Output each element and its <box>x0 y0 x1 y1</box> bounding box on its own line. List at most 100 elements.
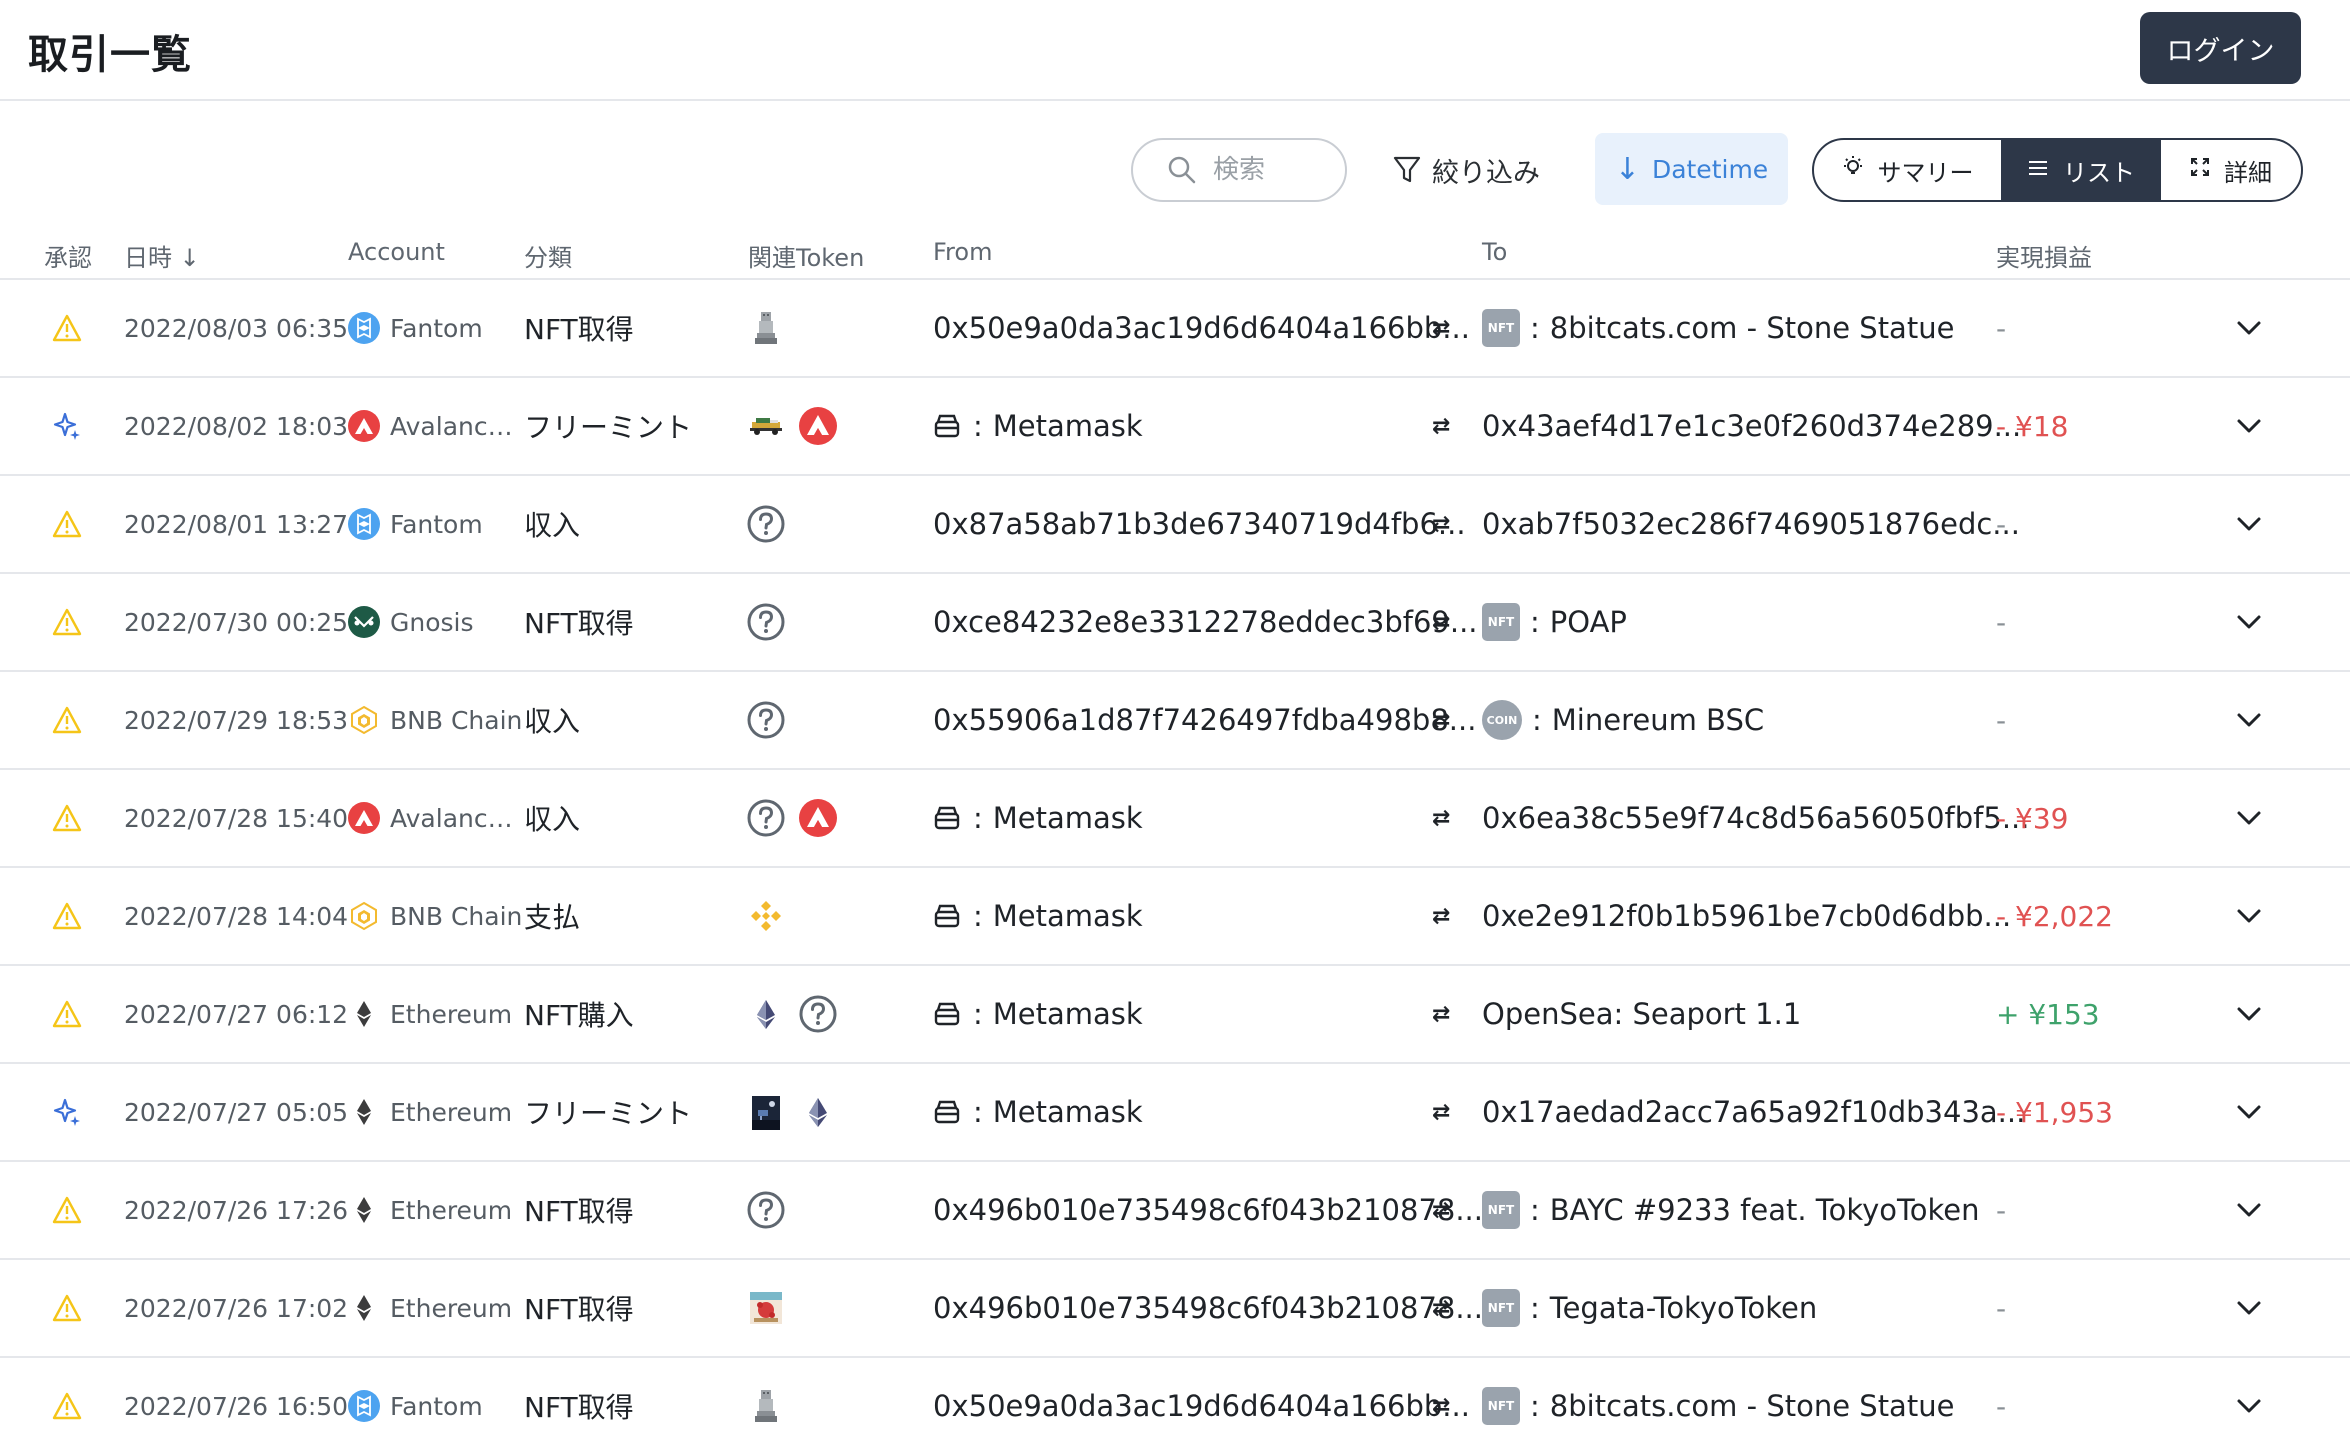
nft-icon: NFT <box>1482 309 1520 347</box>
from-cell[interactable]: 0x50e9a0da3ac19d6d6404a166bb... <box>933 1358 1470 1448</box>
to-cell[interactable]: NFT: POAP <box>1482 574 1627 670</box>
date-cell: 2022/08/02 18:03 <box>124 411 349 441</box>
table-row[interactable]: 2022/07/28 15:40 Avalanche... 収入 : Metama… <box>0 770 2350 868</box>
expand-row-button[interactable] <box>2236 868 2262 964</box>
col-date[interactable]: 日時 ↓ <box>124 238 200 273</box>
to-cell[interactable]: 0x6ea38c55e9f74c8d56a56050fbf5... <box>1482 770 2030 866</box>
view-detail-button[interactable]: 詳細 <box>2161 140 2301 200</box>
from-cell[interactable]: : Metamask <box>933 966 1143 1062</box>
colon-separator: : <box>973 899 983 933</box>
to-cell[interactable]: NFT:8bitcats.com - Stone Statue <box>1482 1358 1954 1448</box>
sort-button[interactable]: ↓ Datetime <box>1595 133 1788 205</box>
warning-icon[interactable] <box>52 672 82 768</box>
warning-icon[interactable] <box>52 966 82 1062</box>
expand-row-button[interactable] <box>2236 966 2262 1062</box>
from-cell[interactable]: 0x50e9a0da3ac19d6d6404a166bb... <box>933 280 1470 376</box>
to-address: 0x43aef4d17e1c3e0f260d374e289... <box>1482 409 2022 443</box>
table-row[interactable]: 2022/07/26 16:50 Fantom NFT取得 0x50e9a0da… <box>0 1358 2350 1448</box>
transfer-arrows-icon: ⇄ <box>1432 511 1451 537</box>
from-cell[interactable]: : Metamask <box>933 868 1143 964</box>
from-cell[interactable]: 0x55906a1d87f7426497fdba498b8... <box>933 672 1476 768</box>
to-cell[interactable]: NFT: BAYC #9233 feat. TokyoToken <box>1482 1162 1980 1258</box>
expand-row-button[interactable] <box>2236 476 2262 572</box>
view-list-button[interactable]: リスト <box>2001 140 2161 200</box>
table-row[interactable]: 2022/07/29 18:53 BNB Chain 収入 0x55906a1d… <box>0 672 2350 770</box>
to-cell[interactable]: 0xab7f5032ec286f7469051876edc... <box>1482 476 2020 572</box>
account-name: BNB Chain <box>390 901 523 931</box>
from-cell[interactable]: 0x496b010e735498c6f043b210878... <box>933 1260 1483 1356</box>
expand-row-button[interactable] <box>2236 1358 2262 1448</box>
login-button[interactable]: ログイン <box>2140 12 2301 84</box>
from-cell[interactable]: : Metamask <box>933 770 1143 866</box>
to-cell[interactable]: NFT:8bitcats.com - Stone Statue <box>1482 280 1954 376</box>
table-row[interactable]: 2022/08/02 18:03 Avalanche... フリーミント : Me… <box>0 378 2350 476</box>
from-cell[interactable]: 0xce84232e8e3312278eddec3bf69... <box>933 574 1478 670</box>
page-title: 取引一覧 <box>28 32 192 78</box>
table-row[interactable]: 2022/07/26 17:02 Ethereum NFT取得 0x496b01… <box>0 1260 2350 1358</box>
warning-icon[interactable] <box>52 280 82 376</box>
account-cell: Avalanche... <box>348 378 524 474</box>
from-cell[interactable]: : Metamask <box>933 1064 1143 1160</box>
transfer-arrows-icon: ⇄ <box>1432 1197 1451 1223</box>
expand-row-button[interactable] <box>2236 672 2262 768</box>
from-cell[interactable]: 0x496b010e735498c6f043b210878... <box>933 1162 1483 1258</box>
to-cell[interactable]: OpenSea: Seaport 1.1 <box>1482 966 1801 1062</box>
colon-separator: : <box>1532 703 1542 737</box>
expand-row-button[interactable] <box>2236 280 2262 376</box>
to-cell[interactable]: COIN: Minereum BSC <box>1482 672 1764 768</box>
table-row[interactable]: 2022/07/27 06:12 Ethereum NFT購入 : Metamas… <box>0 966 2350 1064</box>
expand-row-button[interactable] <box>2236 378 2262 474</box>
to-cell[interactable]: 0x43aef4d17e1c3e0f260d374e289... <box>1482 378 2021 474</box>
expand-row-button[interactable] <box>2236 1162 2262 1258</box>
table-row[interactable]: 2022/07/28 14:04 BNB Chain 支払 : Metamask … <box>0 868 2350 966</box>
pnl-cell: - <box>1996 1193 2007 1227</box>
sparkle-icon[interactable] <box>52 1064 82 1160</box>
colon-separator: : <box>1530 311 1540 345</box>
table-row[interactable]: 2022/07/26 17:26 Ethereum NFT取得 0x496b01… <box>0 1162 2350 1260</box>
from-cell[interactable]: 0x87a58ab71b3de67340719d4fb6... <box>933 476 1466 572</box>
expand-row-button[interactable] <box>2236 1064 2262 1160</box>
warning-icon[interactable] <box>52 1260 82 1356</box>
unknown-token-icon <box>746 700 786 740</box>
to-label: Minereum BSC <box>1551 703 1765 737</box>
to-cell[interactable]: 0x17aedad2acc7a65a92f10db343a... <box>1482 1064 2025 1160</box>
expand-row-button[interactable] <box>2236 1260 2262 1356</box>
avalanche-icon <box>798 798 838 838</box>
view-summary-button[interactable]: サマリー <box>1814 140 2001 200</box>
to-cell[interactable]: NFT: Tegata-TokyoToken <box>1482 1260 1817 1356</box>
col-tokens: 関連Token <box>748 244 865 272</box>
table-row[interactable]: 2022/07/27 05:05 Ethereum フリーミント : Metama… <box>0 1064 2350 1162</box>
to-label: 8bitcats.com - Stone Statue <box>1549 1389 1955 1423</box>
date-cell: 2022/08/01 13:27 <box>124 509 349 539</box>
date-cell: 2022/07/26 17:26 <box>124 1195 349 1225</box>
warning-icon[interactable] <box>52 1162 82 1258</box>
expand-row-button[interactable] <box>2236 770 2262 866</box>
warning-icon[interactable] <box>52 476 82 572</box>
col-to: To <box>1482 238 1508 266</box>
to-address: 0x17aedad2acc7a65a92f10db343a... <box>1482 1095 2026 1129</box>
filter-button[interactable]: 絞り込み <box>1392 138 1540 202</box>
warning-icon[interactable] <box>52 770 82 866</box>
account-cell: Avalanche... <box>348 770 524 866</box>
unknown-token-icon <box>746 602 786 642</box>
sparkle-icon[interactable] <box>52 378 82 474</box>
pnl-cell: + ¥153 <box>1996 997 2100 1031</box>
table-row[interactable]: 2022/07/30 00:25 Gnosis NFT取得 0xce84232e… <box>0 574 2350 672</box>
pnl-cell: - <box>1996 311 2007 345</box>
warning-icon[interactable] <box>52 1358 82 1448</box>
pnl-cell: - ¥2,022 <box>1996 899 2113 933</box>
search-input[interactable] <box>1213 155 1333 185</box>
warning-icon[interactable] <box>52 868 82 964</box>
table-row[interactable]: 2022/08/01 13:27 Fantom 収入 0x87a58ab71b3… <box>0 476 2350 574</box>
warning-icon[interactable] <box>52 574 82 670</box>
search-box[interactable] <box>1131 138 1347 202</box>
ethereum-chain-icon <box>348 1194 390 1226</box>
statue-nft-icon <box>746 1386 786 1426</box>
from-cell[interactable]: : Metamask <box>933 378 1143 474</box>
table-row[interactable]: 2022/08/03 06:35 Fantom NFT取得 0x50e9a0da… <box>0 280 2350 378</box>
to-cell[interactable]: 0xe2e912f0b1b5961be7cb0d6dbb... <box>1482 868 2011 964</box>
expand-row-button[interactable] <box>2236 574 2262 670</box>
tokens-cell <box>746 672 786 768</box>
date-cell: 2022/07/30 00:25 <box>124 607 349 637</box>
category-cell: NFT取得 <box>524 313 634 346</box>
